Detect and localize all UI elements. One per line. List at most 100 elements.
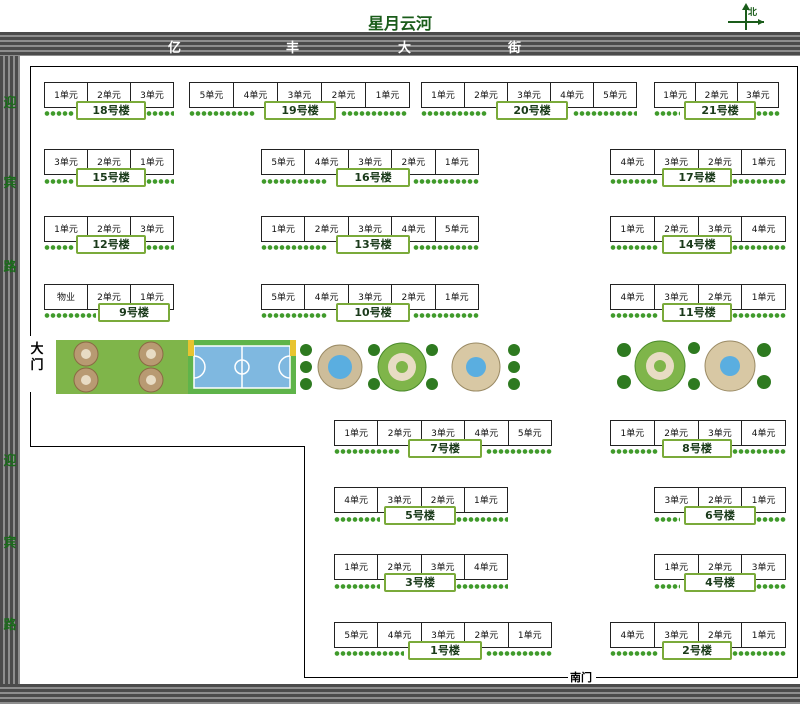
unit-cell[interactable]: 4单元: [610, 284, 655, 310]
road-left-char-6: 路: [3, 618, 17, 633]
hedge-row: [610, 313, 658, 318]
fence-left-upper: [30, 66, 31, 336]
building-label[interactable]: 6号楼: [684, 506, 756, 525]
hedge-row: [486, 651, 552, 656]
hedge-row: [413, 245, 479, 250]
hedge-row: [334, 517, 380, 522]
hedge-row: [732, 449, 786, 454]
fence-bottom-right: [596, 677, 798, 678]
unit-cell[interactable]: 4单元: [741, 420, 786, 446]
unit-cell[interactable]: 4单元: [610, 622, 655, 648]
unit-cell[interactable]: 1单元: [463, 487, 508, 513]
hedge-row: [146, 179, 174, 184]
unit-cell[interactable]: 1单元: [741, 622, 786, 648]
hedge-row: [610, 651, 658, 656]
unit-cell[interactable]: 1单元: [261, 216, 306, 242]
hedge-row: [610, 179, 658, 184]
building-label[interactable]: 1号楼: [408, 641, 482, 660]
hedge-row: [732, 179, 786, 184]
building-label[interactable]: 10号楼: [336, 303, 410, 322]
main-gate-char-1: 大: [30, 342, 44, 357]
hedge-row: [146, 111, 174, 116]
unit-cell[interactable]: 物业: [44, 284, 88, 310]
unit-cell[interactable]: 5单元: [189, 82, 234, 108]
hedge-row: [261, 179, 327, 184]
hedge-row: [732, 313, 786, 318]
main-gate-char-2: 门: [30, 358, 44, 373]
building-label[interactable]: 8号楼: [662, 439, 732, 458]
road-top-char-3: 大: [398, 41, 413, 56]
unit-cell[interactable]: 1单元: [610, 216, 655, 242]
building-label[interactable]: 17号楼: [662, 168, 732, 187]
unit-cell[interactable]: 4单元: [610, 149, 655, 175]
hedge-row: [44, 179, 74, 184]
fence-right: [797, 66, 798, 678]
hedge-row: [573, 111, 637, 116]
building-label[interactable]: 13号楼: [336, 235, 410, 254]
hedge-row: [334, 449, 400, 454]
unit-cell[interactable]: 1单元: [334, 554, 379, 580]
unit-cell[interactable]: 1单元: [741, 284, 786, 310]
road-left-char-2: 宾: [3, 176, 17, 191]
building-label[interactable]: 20号楼: [496, 101, 568, 120]
road-left-char-1: 迎: [3, 96, 17, 111]
unit-cell[interactable]: 4单元: [334, 487, 379, 513]
east-park: [616, 338, 772, 394]
hedge-row: [334, 584, 380, 589]
unit-cell[interactable]: 1单元: [365, 82, 410, 108]
unit-cell[interactable]: 5单元: [334, 622, 379, 648]
north-label: 北: [748, 8, 758, 18]
hedge-row: [44, 313, 96, 318]
main-gate-label: 大 门: [30, 342, 44, 374]
building-label[interactable]: 18号楼: [76, 101, 146, 120]
unit-cell[interactable]: 4单元: [463, 554, 508, 580]
building-label[interactable]: 4号楼: [684, 573, 756, 592]
fence-inner-horizontal: [30, 446, 304, 447]
bottom-road: [0, 684, 800, 704]
hedge-row: [610, 245, 658, 250]
hedge-row: [756, 584, 786, 589]
road-top-char-2: 丰: [286, 41, 301, 56]
hedge-row: [756, 517, 786, 522]
fence-top: [30, 66, 798, 67]
building-label[interactable]: 15号楼: [76, 168, 146, 187]
unit-cell[interactable]: 5单元: [507, 420, 552, 446]
hedge-row: [261, 245, 327, 250]
building-label[interactable]: 14号楼: [662, 235, 732, 254]
unit-cell[interactable]: 1单元: [507, 622, 552, 648]
building-label[interactable]: 12号楼: [76, 235, 146, 254]
road-left-char-4: 迎: [3, 454, 17, 469]
unit-cell[interactable]: 1单元: [334, 420, 379, 446]
unit-cell[interactable]: 1单元: [434, 284, 479, 310]
unit-cell[interactable]: 5单元: [434, 216, 479, 242]
hedge-row: [44, 245, 74, 250]
hedge-row: [654, 517, 680, 522]
unit-cell[interactable]: 5单元: [261, 149, 306, 175]
building-label[interactable]: 16号楼: [336, 168, 410, 187]
hedge-row: [456, 584, 508, 589]
left-road: [0, 56, 20, 684]
unit-cell[interactable]: 1单元: [610, 420, 655, 446]
unit-cell[interactable]: 1单元: [741, 149, 786, 175]
building-label[interactable]: 9号楼: [98, 303, 170, 322]
unit-cell[interactable]: 4单元: [741, 216, 786, 242]
unit-cell[interactable]: 5单元: [593, 82, 637, 108]
map-title: 星月云河: [367, 14, 432, 33]
road-left-char-3: 路: [3, 260, 17, 275]
unit-cell[interactable]: 1单元: [421, 82, 465, 108]
unit-cell[interactable]: 1单元: [434, 149, 479, 175]
hedge-row: [341, 111, 407, 116]
unit-cell[interactable]: 5单元: [261, 284, 306, 310]
central-park-strip: [56, 340, 522, 394]
building-label[interactable]: 5号楼: [384, 506, 456, 525]
building-label[interactable]: 2号楼: [662, 641, 732, 660]
building-label[interactable]: 21号楼: [684, 101, 756, 120]
building-label[interactable]: 7号楼: [408, 439, 482, 458]
building-label[interactable]: 19号楼: [264, 101, 336, 120]
building-label[interactable]: 11号楼: [662, 303, 732, 322]
hedge-row: [413, 179, 479, 184]
hedge-row: [756, 111, 780, 116]
road-top-char-1: 亿: [168, 41, 183, 56]
building-label[interactable]: 3号楼: [384, 573, 456, 592]
hedge-row: [189, 111, 255, 116]
